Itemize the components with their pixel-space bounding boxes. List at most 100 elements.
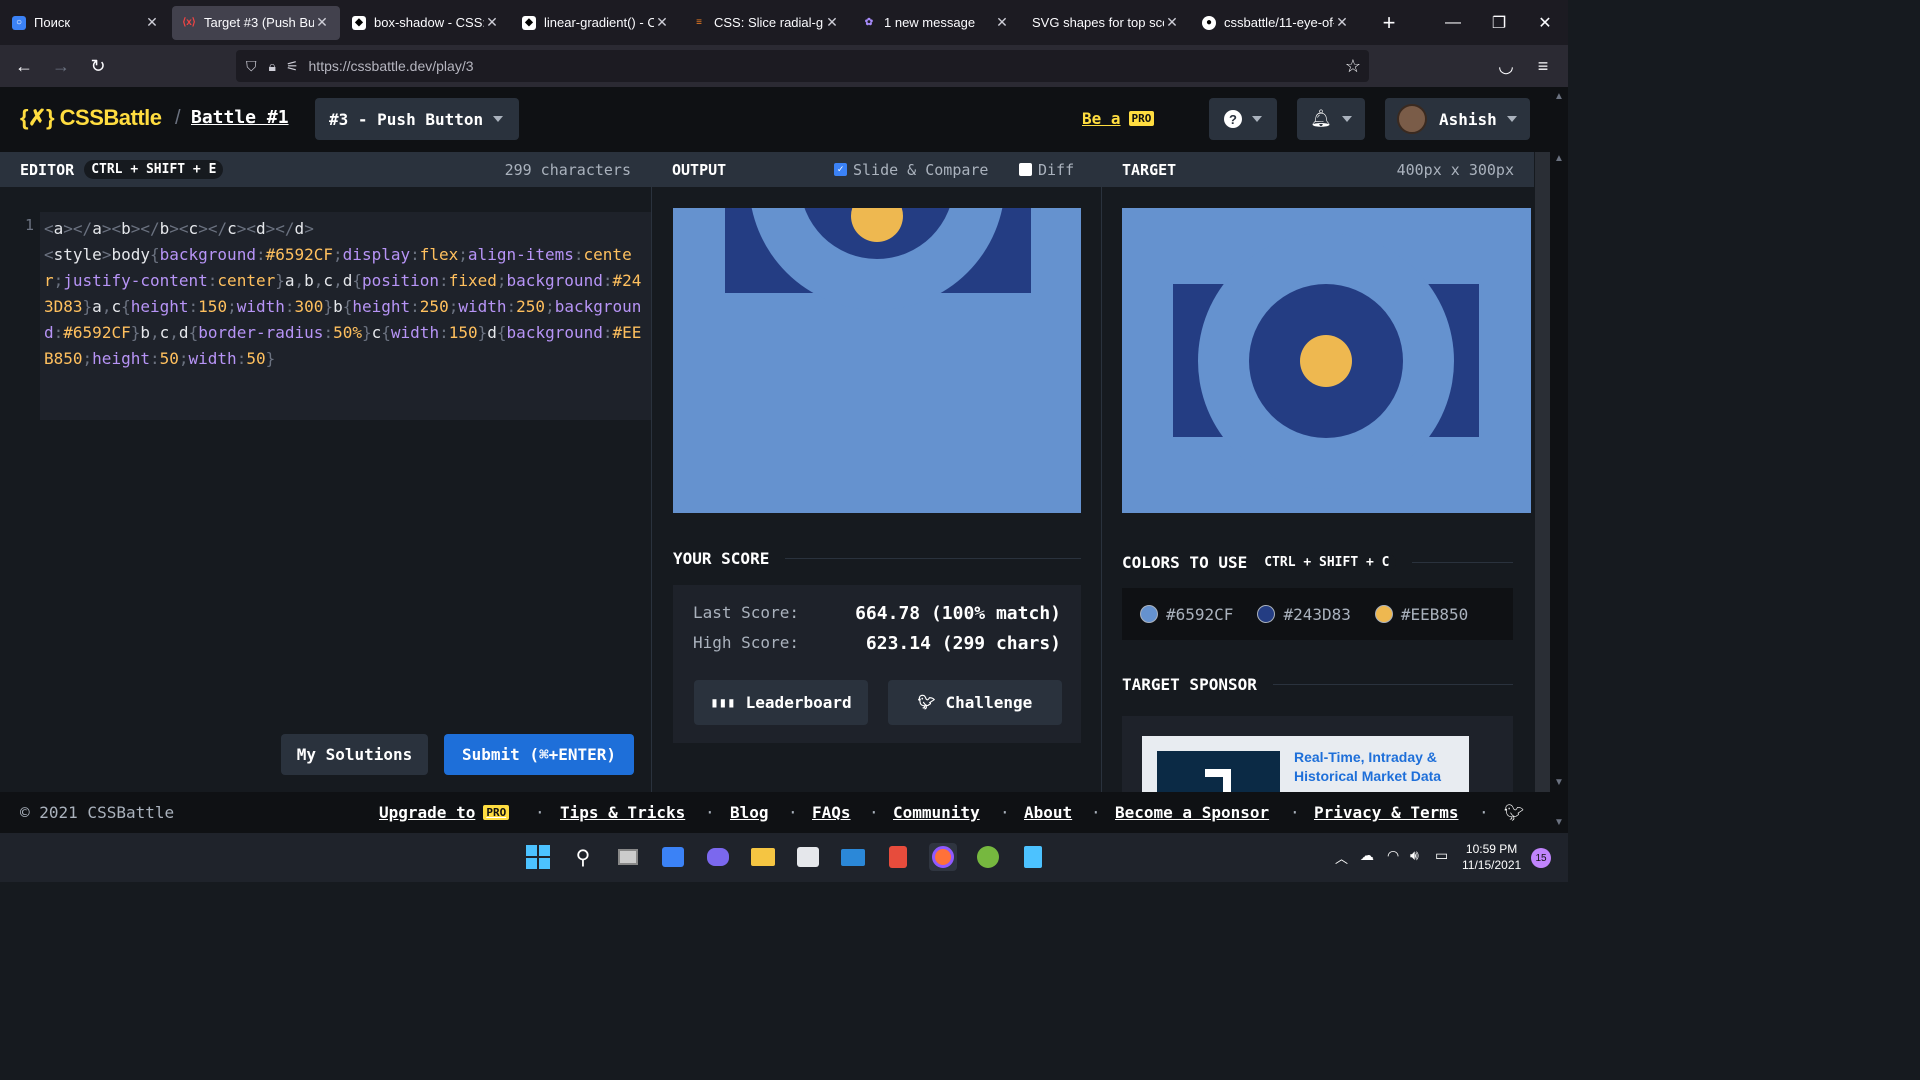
browser-tab[interactable]: ○ Поиск ✕: [2, 6, 170, 40]
close-icon[interactable]: ✕: [144, 14, 160, 31]
search-icon[interactable]: ⚲: [569, 843, 597, 871]
store-icon[interactable]: [794, 843, 822, 871]
battery-icon[interactable]: ▭: [1435, 847, 1448, 864]
permissions-icon[interactable]: ⚟: [286, 58, 299, 75]
browser-tab[interactable]: ≡ CSS: Slice radial-gra ✕: [682, 6, 850, 40]
color-code: #243D83: [1283, 604, 1351, 624]
close-icon[interactable]: ✕: [824, 14, 840, 31]
twitter-icon[interactable]: 🐦︎: [1504, 803, 1524, 822]
color-swatch[interactable]: #EEB850: [1374, 605, 1468, 624]
notification-badge[interactable]: 15: [1531, 848, 1551, 868]
last-score-label: Last Score:: [693, 603, 799, 622]
diff-toggle[interactable]: Diff: [1019, 161, 1074, 179]
task-view-icon[interactable]: [614, 843, 642, 871]
volume-icon[interactable]: 🔊︎: [1410, 847, 1419, 864]
checkbox-unchecked[interactable]: [1019, 163, 1032, 176]
slide-compare-label: Slide & Compare: [853, 160, 989, 179]
close-icon[interactable]: ✕: [994, 14, 1010, 31]
tab-title: cssbattle/11-eye-of-: [1224, 15, 1334, 30]
blog-link[interactable]: Blog: [730, 803, 769, 822]
sponsor-card[interactable]: Real-Time, Intraday & Historical Market …: [1142, 736, 1469, 792]
high-score-value: 623.14 (299 chars): [865, 633, 1061, 654]
target-size: 400px x 300px: [1396, 160, 1514, 179]
help-button[interactable]: ?: [1209, 98, 1277, 140]
chevron-up-icon[interactable]: ︿: [1335, 848, 1348, 867]
be-pro-link[interactable]: Be a PRO: [1082, 109, 1155, 128]
tips-link[interactable]: Tips & Tricks: [560, 803, 685, 822]
upgrade-link[interactable]: Upgrade to PRO: [379, 803, 510, 822]
scrollbar[interactable]: ▲ ▲ ▼ ▼: [1550, 87, 1568, 833]
cssbattle-logo[interactable]: {✗} CSSBattle: [20, 105, 162, 131]
close-icon[interactable]: ✕: [1334, 14, 1350, 31]
windows-taskbar: ⚲ ︿ ☁ ◠ 🔊︎ ▭ 10:59 PM 11/15/2021 15: [0, 833, 1568, 882]
leaderboard-button[interactable]: ▮▮▮ Leaderboard: [694, 680, 868, 725]
file-explorer-icon[interactable]: [749, 843, 777, 871]
close-icon[interactable]: ✕: [654, 14, 670, 31]
high-score-row: High Score: 623.14 (299 chars): [693, 633, 1061, 654]
checkbox-checked[interactable]: ✓: [834, 163, 847, 176]
about-link[interactable]: About: [1024, 803, 1072, 822]
output-panel: OUTPUT ✓ Slide & Compare Diff YOUR SCORE…: [651, 152, 1102, 792]
restore-button[interactable]: ❐: [1476, 0, 1522, 45]
lock-icon[interactable]: 🔒︎: [269, 58, 276, 75]
colors-shortcut: CTRL + SHIFT + C: [1257, 553, 1397, 572]
forward-icon[interactable]: →: [46, 51, 76, 81]
browser-tab[interactable]: SVG shapes for top scor ✕: [1022, 6, 1190, 40]
new-tab-button[interactable]: +: [1372, 6, 1406, 40]
slide-compare-toggle[interactable]: ✓ Slide & Compare: [834, 161, 988, 179]
code-editor[interactable]: <a></a><b></b><c></c><d></d> <style>body{…: [40, 212, 651, 420]
scroll-up-icon[interactable]: ▲: [1554, 153, 1564, 164]
url-bar[interactable]: ⛉ 🔒︎ ⚟ https://cssbattle.dev/play/3 ☆: [236, 50, 1369, 82]
mail-icon[interactable]: [839, 843, 867, 871]
close-icon[interactable]: ✕: [484, 14, 500, 31]
community-link[interactable]: Community: [893, 803, 980, 822]
browser-tab[interactable]: ● cssbattle/11-eye-of- ✕: [1192, 6, 1360, 40]
target-select[interactable]: #3 - Push Button: [315, 98, 519, 140]
minimize-button[interactable]: —: [1430, 0, 1476, 45]
color-swatch[interactable]: #6592CF: [1140, 605, 1233, 624]
browser-tab[interactable]: ◆ box-shadow - CSS: C ✕: [342, 6, 510, 40]
widgets-icon[interactable]: [659, 843, 687, 871]
close-window-button[interactable]: ✕: [1522, 0, 1568, 45]
app-header: {✗} CSSBattle / Battle #1 #3 - Push Butt…: [0, 87, 1550, 152]
shield-icon[interactable]: ⛉: [246, 58, 257, 75]
close-icon[interactable]: ✕: [1164, 14, 1180, 31]
colors-title: COLORS TO USE: [1122, 553, 1248, 572]
faqs-link[interactable]: FAQs: [812, 803, 851, 822]
utorrent-icon[interactable]: [974, 843, 1002, 871]
bookmark-star-icon[interactable]: ☆: [1345, 56, 1361, 77]
my-solutions-button[interactable]: My Solutions: [281, 734, 428, 775]
notifications-button[interactable]: 🔔︎: [1297, 98, 1365, 140]
clock[interactable]: 10:59 PM 11/15/2021: [1462, 841, 1521, 873]
submit-button[interactable]: Submit (⌘+ENTER): [444, 734, 634, 775]
office-icon[interactable]: [884, 843, 912, 871]
scroll-down-icon[interactable]: ▼: [1554, 777, 1564, 788]
color-swatch[interactable]: #243D83: [1257, 604, 1351, 624]
become-sponsor-link[interactable]: Become a Sponsor: [1115, 803, 1269, 822]
close-icon[interactable]: ✕: [314, 14, 330, 31]
pocket-icon[interactable]: ◡: [1491, 51, 1521, 81]
line-number: 1: [25, 216, 35, 234]
browser-tab[interactable]: ◆ linear-gradient() - C ✕: [512, 6, 680, 40]
battle-link[interactable]: Battle #1: [191, 107, 289, 128]
privacy-link[interactable]: Privacy & Terms: [1314, 803, 1459, 822]
browser-tab-active[interactable]: ⟨x⟩ Target #3 (Push Butt ✕: [172, 5, 340, 40]
browser-tab[interactable]: ✿ 1 new message ✕: [852, 6, 1020, 40]
sponsor-box[interactable]: Real-Time, Intraday & Historical Market …: [1122, 716, 1513, 792]
scroll-up-icon[interactable]: ▲: [1554, 91, 1564, 102]
score-title: YOUR SCORE: [673, 549, 770, 568]
scroll-down-icon[interactable]: ▼: [1554, 817, 1564, 828]
output-preview[interactable]: [673, 208, 1081, 513]
reload-icon[interactable]: ↻: [83, 51, 113, 81]
notepad-icon[interactable]: [1019, 843, 1047, 871]
challenge-button[interactable]: 🐦︎ Challenge: [888, 680, 1062, 725]
wifi-icon[interactable]: ◠: [1387, 847, 1399, 864]
firefox-icon[interactable]: [929, 843, 957, 871]
back-icon[interactable]: ←: [9, 51, 39, 81]
cloud-icon[interactable]: ☁: [1360, 847, 1374, 864]
user-menu[interactable]: Ashish: [1385, 98, 1530, 140]
windows-start-icon[interactable]: [524, 843, 552, 871]
chat-icon[interactable]: [704, 843, 732, 871]
scrollbar-thumb[interactable]: [1535, 152, 1550, 792]
menu-icon[interactable]: ≡: [1528, 51, 1558, 81]
